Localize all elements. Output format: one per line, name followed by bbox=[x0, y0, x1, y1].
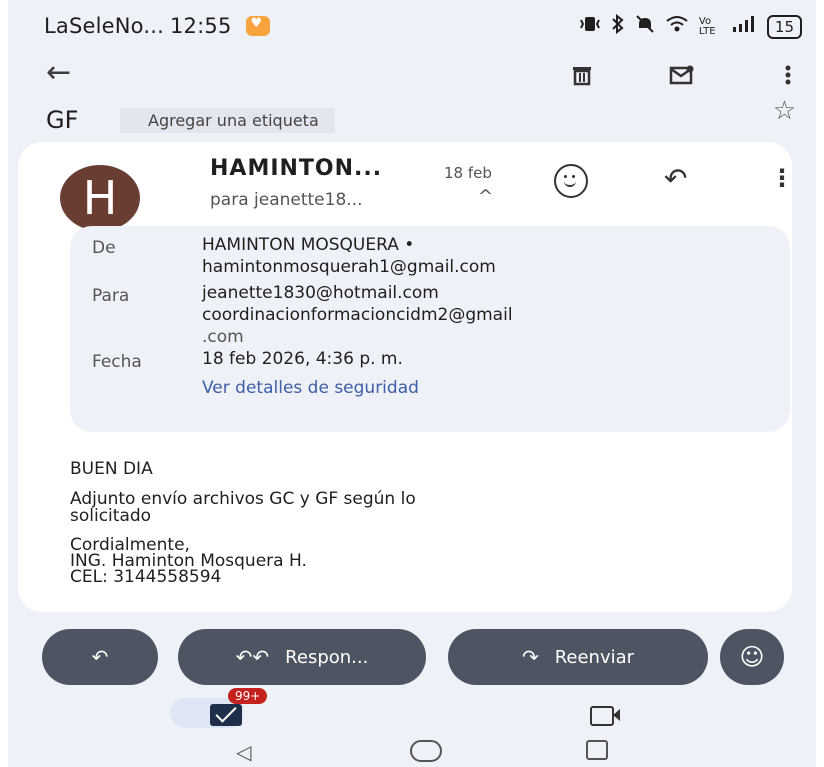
system-back-icon[interactable]: ◁ bbox=[236, 740, 251, 764]
emoji-reaction-icon[interactable] bbox=[554, 164, 588, 198]
subject-row: GF Agregar una etiqueta ☆ bbox=[8, 96, 816, 142]
to-label: Para bbox=[92, 286, 130, 306]
status-left: LaSeleNo... 12:55 bbox=[44, 14, 270, 38]
subject-title: GF bbox=[46, 106, 79, 134]
app-notification-icon bbox=[245, 16, 270, 36]
message-details-panel: De HAMINTON MOSQUERA • hamintonmosquerah… bbox=[70, 226, 790, 432]
carrier-name: LaSeleNo... bbox=[44, 14, 164, 38]
forward-icon: ↷ bbox=[521, 645, 539, 669]
reply-icon[interactable]: ↶ bbox=[664, 162, 687, 195]
mute-icon bbox=[635, 14, 655, 39]
forward-button[interactable]: ↷ Reenviar bbox=[448, 629, 708, 685]
phone-screen: LaSeleNo... 12:55 Vo LTE 15 ← bbox=[8, 0, 816, 767]
forward-label: Reenviar bbox=[554, 646, 635, 668]
from-name: HAMINTON MOSQUERA • bbox=[202, 235, 415, 255]
status-right: Vo LTE 15 bbox=[579, 13, 802, 39]
volte-indicator: Vo LTE bbox=[698, 15, 716, 37]
status-bar: LaSeleNo... 12:55 Vo LTE 15 bbox=[8, 0, 816, 56]
arrow-back-icon[interactable]: ← bbox=[46, 58, 71, 88]
emoji-react-button[interactable]: ☺ bbox=[720, 629, 784, 685]
security-details-link[interactable]: Ver detalles de seguridad bbox=[202, 378, 419, 398]
date-label: Fecha bbox=[92, 352, 142, 372]
system-recents-icon[interactable] bbox=[586, 740, 608, 760]
signal-icon bbox=[731, 15, 757, 38]
unread-count-badge: 99+ bbox=[228, 688, 268, 704]
collapse-chevron-icon[interactable]: ^ bbox=[478, 186, 493, 207]
recipient-summary[interactable]: para jeanette18... bbox=[210, 190, 363, 210]
emoji-icon: ☺ bbox=[739, 643, 765, 671]
body-line-2: solicitado bbox=[70, 506, 152, 526]
to-email-2-cont[interactable]: .com bbox=[202, 326, 244, 348]
reply-all-icon: ↶↶ bbox=[235, 645, 270, 669]
avatar[interactable]: H bbox=[60, 165, 140, 231]
reply-button[interactable]: ↶ bbox=[42, 629, 158, 685]
message-more-icon[interactable]: ⋮ bbox=[770, 164, 794, 192]
clock: 12:55 bbox=[170, 14, 232, 38]
trash-icon[interactable] bbox=[569, 62, 595, 88]
battery-indicator: 15 bbox=[766, 14, 802, 39]
body-greeting: BUEN DIA bbox=[70, 459, 153, 479]
more-vert-icon[interactable] bbox=[775, 62, 801, 88]
sender-name[interactable]: HAMINTON... bbox=[210, 156, 382, 181]
email-toolbar: ← bbox=[8, 56, 816, 102]
star-outline-icon[interactable]: ☆ bbox=[773, 96, 796, 126]
to-email-2[interactable]: coordinacionformacioncidm2@gmail bbox=[202, 304, 513, 326]
from-email[interactable]: hamintonmosquerah1@gmail.com bbox=[202, 256, 496, 278]
signature-phone: CEL: 3144558594 bbox=[70, 567, 222, 587]
reply-all-label: Respon... bbox=[285, 646, 369, 668]
mail-icon[interactable] bbox=[210, 704, 242, 726]
bluetooth-icon bbox=[611, 13, 625, 39]
system-home-icon[interactable] bbox=[410, 740, 442, 762]
message-card: H HAMINTON... 18 feb para jeanette18... … bbox=[18, 142, 794, 612]
to-email-1[interactable]: jeanette1830@hotmail.com bbox=[202, 282, 439, 304]
from-label: De bbox=[92, 238, 116, 258]
wifi-icon bbox=[665, 15, 689, 38]
date-value: 18 feb 2026, 4:36 p. m. bbox=[202, 349, 403, 369]
video-icon[interactable] bbox=[590, 706, 620, 726]
bottom-navigation: 99+ bbox=[8, 688, 816, 730]
reply-icon: ↶ bbox=[91, 645, 109, 669]
vibrate-icon bbox=[579, 15, 601, 38]
action-bar: ↶ ↶↶ Respon... ↷ Reenviar ☺ bbox=[8, 626, 816, 688]
add-label-button[interactable]: Agregar una etiqueta bbox=[120, 108, 335, 133]
message-date: 18 feb bbox=[444, 164, 492, 182]
system-navigation: ◁ bbox=[8, 730, 816, 767]
reply-all-button[interactable]: ↶↶ Respon... bbox=[178, 629, 426, 685]
mail-unread-icon[interactable] bbox=[669, 62, 695, 88]
